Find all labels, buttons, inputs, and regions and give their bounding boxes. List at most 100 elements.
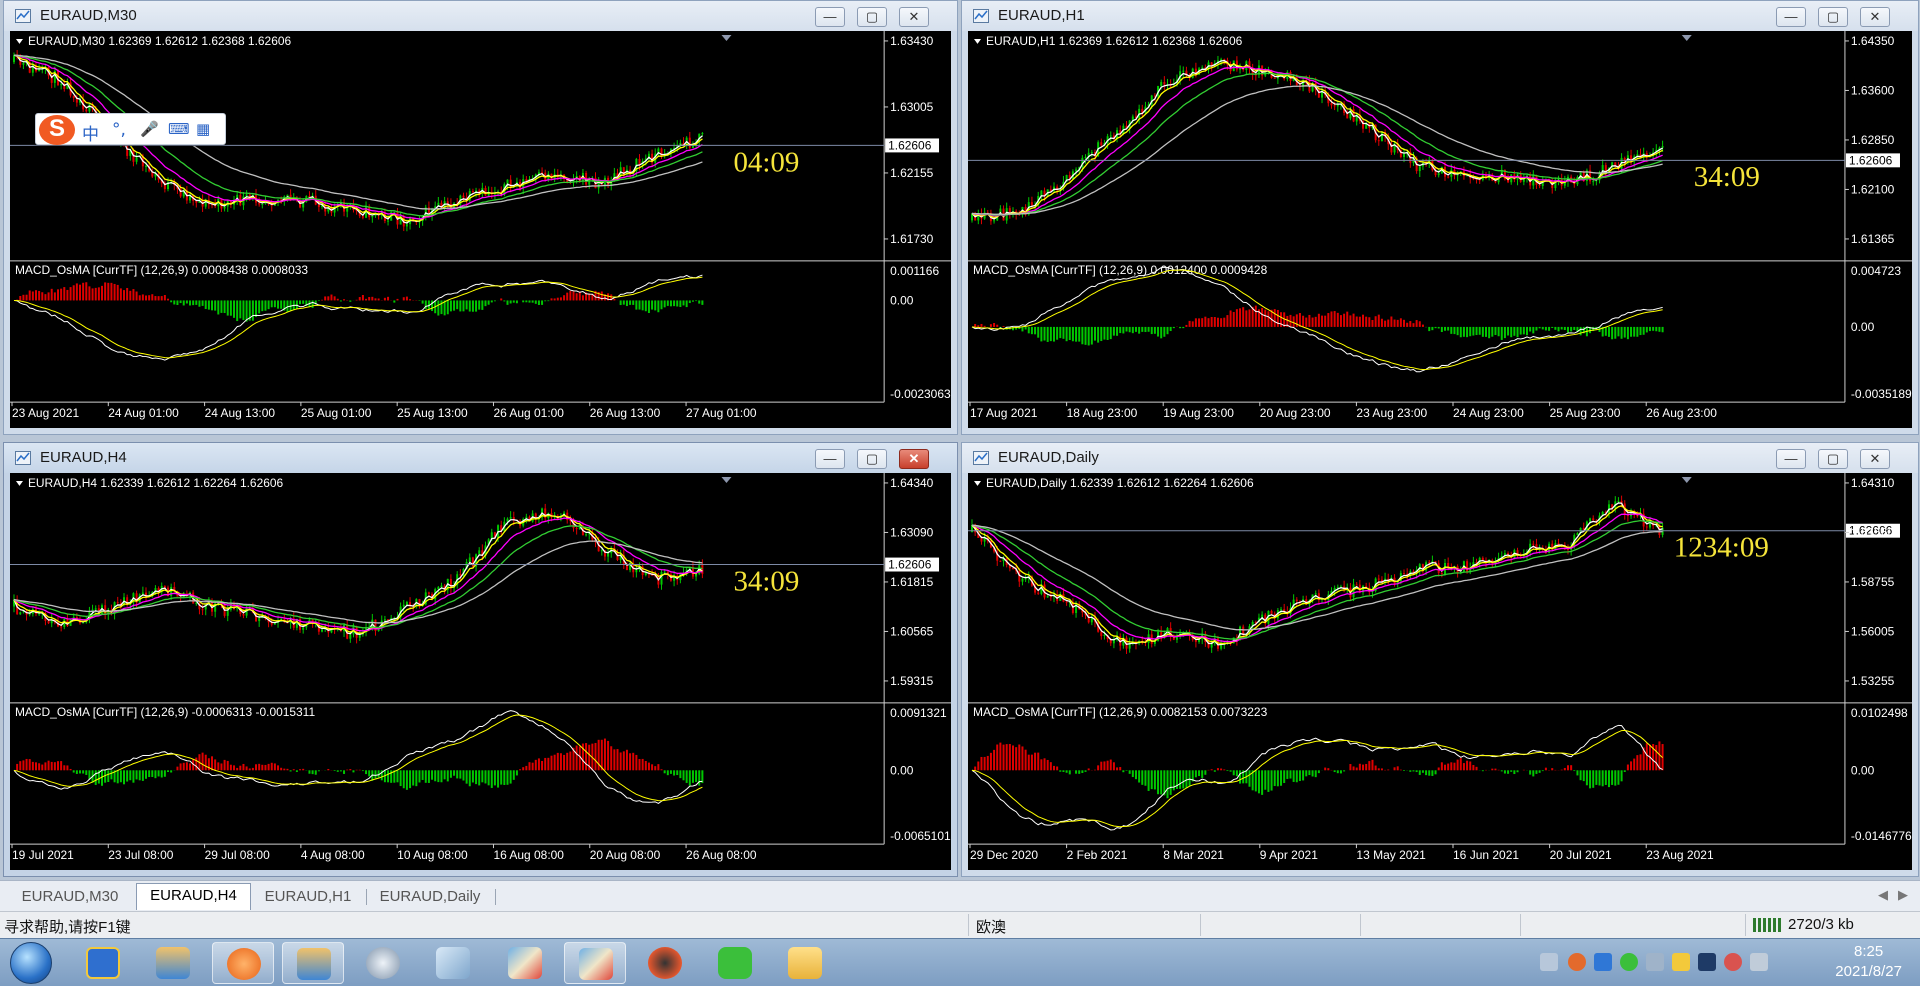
chart-canvas[interactable]: 1.62606 EURAUD,H1 1.62369 1.62612 1.62368… xyxy=(968,31,1912,428)
tray-mute-icon[interactable] xyxy=(1724,953,1742,971)
tab-euraud-h1[interactable]: EURAUD,H1 xyxy=(258,885,358,909)
close-button[interactable]: ✕ xyxy=(899,7,929,27)
tray-ninja-icon[interactable] xyxy=(1568,953,1586,971)
candle-body xyxy=(1100,142,1103,146)
macd-histogram xyxy=(974,741,1664,799)
maximize-button[interactable]: ▢ xyxy=(857,449,887,469)
minimize-button[interactable]: — xyxy=(1776,7,1806,27)
ime-toolbox-icon[interactable]: ▦ xyxy=(196,120,210,138)
price-scale-label: 1.61560 xyxy=(1851,525,1895,539)
taskbar-app-wechat[interactable] xyxy=(704,942,766,984)
close-icon: ✕ xyxy=(908,451,920,466)
close-button[interactable]: ✕ xyxy=(1860,449,1890,469)
price-chart[interactable]: 1.62606 EURAUD,M30 1.62369 1.62612 1.6236… xyxy=(10,31,951,428)
taskbar-app-metatrader[interactable] xyxy=(282,942,344,984)
tab-euraud-h4[interactable]: EURAUD,H4 xyxy=(136,883,251,910)
price-scale-label: 1.59315 xyxy=(890,674,934,688)
chart-shift-marker-icon[interactable] xyxy=(721,34,732,41)
macd-histogram-bar xyxy=(1075,770,1078,774)
macd-histogram-bar xyxy=(1043,326,1046,341)
browser-icon xyxy=(227,948,261,980)
tab-euraud-m30[interactable]: EURAUD,M30 xyxy=(10,885,130,909)
macd-histogram-bar xyxy=(974,766,977,771)
macd-histogram-bar xyxy=(321,299,324,301)
tray-network-icon[interactable] xyxy=(1540,953,1558,971)
taskbar-app-notes[interactable] xyxy=(422,942,484,984)
taskbar-app-contacts[interactable] xyxy=(142,942,204,984)
taskbar-app-ninja[interactable] xyxy=(634,942,696,984)
chart-canvas[interactable]: 1.62606 EURAUD,H4 1.62339 1.62612 1.62264… xyxy=(10,473,951,870)
macd-histogram-bar xyxy=(53,292,56,301)
ime-microphone-icon[interactable]: 🎤 xyxy=(140,120,159,138)
ime-chinese-mode[interactable]: 中 xyxy=(82,120,99,145)
chart-window[interactable]: EURAUD,M30 — ▢ ✕ 1.62606 EURAUD,M30 1.62369 1… xyxy=(3,0,958,435)
taskbar-app-browser[interactable] xyxy=(212,942,274,984)
minimize-button[interactable]: — xyxy=(815,7,845,27)
minimize-button[interactable]: — xyxy=(1776,449,1806,469)
tab-scroll-left-icon[interactable]: ◀ xyxy=(1878,887,1888,903)
macd-histogram-bar xyxy=(550,755,553,771)
macd-histogram-bar xyxy=(1579,770,1582,781)
close-button[interactable]: ✕ xyxy=(1860,7,1890,27)
chart-window[interactable]: EURAUD,H1 — ▢ ✕ 1.62606 EURAUD,H1 1.62369 1.6… xyxy=(961,0,1919,435)
header-dropdown-icon[interactable] xyxy=(974,38,982,44)
tray-monitor-icon[interactable] xyxy=(1698,953,1716,971)
tab-euraud-daily[interactable]: EURAUD,Daily xyxy=(372,885,488,909)
price-chart[interactable]: 1.62606 EURAUD,H4 1.62339 1.62612 1.62264… xyxy=(10,473,951,870)
ime-keyboard-icon[interactable]: ⌨ xyxy=(168,120,190,138)
macd-histogram-bar xyxy=(1488,326,1491,339)
macd-histogram-bar xyxy=(1134,326,1137,332)
tray-wechat-icon[interactable] xyxy=(1620,953,1638,971)
tray-shield-icon[interactable] xyxy=(1594,953,1612,971)
macd-histogram-bar xyxy=(449,300,452,312)
taskbar-app-paint[interactable] xyxy=(494,942,556,984)
macd-histogram-bar xyxy=(50,761,53,771)
tab-scroll-right-icon[interactable]: ▶ xyxy=(1898,887,1908,903)
start-button[interactable] xyxy=(4,941,60,985)
macd-histogram-bar xyxy=(1119,326,1122,334)
taskbar-app-finance[interactable] xyxy=(72,942,134,984)
header-dropdown-icon[interactable] xyxy=(15,38,23,44)
macd-histogram-bar xyxy=(355,769,358,771)
chart-canvas[interactable]: 1.62606EURAUD,Daily 1.62339 1.62612 1.62… xyxy=(968,473,1912,870)
macd-histogram-bar xyxy=(1623,326,1626,338)
chart-shift-marker-icon[interactable] xyxy=(721,476,732,483)
chart-shift-marker-icon[interactable] xyxy=(1681,34,1692,41)
chart-shift-marker-icon[interactable] xyxy=(1681,476,1692,483)
window-titlebar[interactable]: EURAUD,Daily xyxy=(962,443,1918,473)
minimize-button[interactable]: — xyxy=(815,449,845,469)
macd-histogram-bar xyxy=(1144,770,1147,786)
maximize-button[interactable]: ▢ xyxy=(1818,449,1848,469)
macd-histogram-bar xyxy=(1239,770,1242,784)
candle-body xyxy=(1100,631,1103,637)
maximize-button[interactable]: ▢ xyxy=(857,7,887,27)
close-button[interactable]: ✕ xyxy=(899,449,929,469)
ime-toolbar[interactable]: S 中 °, 🎤 ⌨ ▦ xyxy=(35,113,226,145)
candle-body xyxy=(308,196,311,198)
price-chart[interactable]: 1.62606 EURAUD,H1 1.62369 1.62612 1.62368… xyxy=(968,31,1912,428)
macd-histogram-bar xyxy=(1573,770,1576,772)
status-profile[interactable]: 欧澳 xyxy=(976,916,1006,937)
tray-volume-icon[interactable] xyxy=(1672,953,1690,971)
macd-histogram-bar xyxy=(1157,326,1160,337)
ime-punctuation-icon[interactable]: °, xyxy=(112,120,126,140)
chart-canvas[interactable]: 1.62606 EURAUD,M30 1.62369 1.62612 1.6236… xyxy=(10,31,951,428)
macd-histogram-bar xyxy=(1358,763,1361,771)
taskbar-app-explorer[interactable] xyxy=(774,942,836,984)
tray-signal-icon[interactable] xyxy=(1750,953,1768,971)
maximize-button[interactable]: ▢ xyxy=(1818,7,1848,27)
macd-histogram-bar xyxy=(1021,746,1024,771)
sogou-logo-icon[interactable]: S xyxy=(39,115,75,145)
header-dropdown-icon[interactable] xyxy=(15,480,23,486)
chart-window[interactable]: EURAUD,H4 — ▢ ✕ 1.62606 EURAUD,H4 1.62339 1.6… xyxy=(3,442,958,877)
macd-histogram-bar xyxy=(1292,770,1295,782)
macd-histogram-bar xyxy=(1210,317,1213,327)
taskbar-app-paint-2[interactable] xyxy=(564,942,626,984)
tray-pen-icon[interactable] xyxy=(1646,953,1664,971)
price-chart[interactable]: 1.62606 EURAUD,Daily 1.62339 1.62612 1.62… xyxy=(968,473,1912,870)
header-dropdown-icon[interactable] xyxy=(974,480,982,486)
taskbar-clock[interactable]: 8:25 2021/8/27 xyxy=(1835,942,1902,982)
window-titlebar[interactable]: EURAUD,H1 xyxy=(962,1,1918,31)
taskbar-app-media[interactable] xyxy=(352,942,414,984)
chart-window[interactable]: EURAUD,Daily — ▢ ✕ 1.62606 EURAUD,Daily 1.623… xyxy=(961,442,1919,877)
